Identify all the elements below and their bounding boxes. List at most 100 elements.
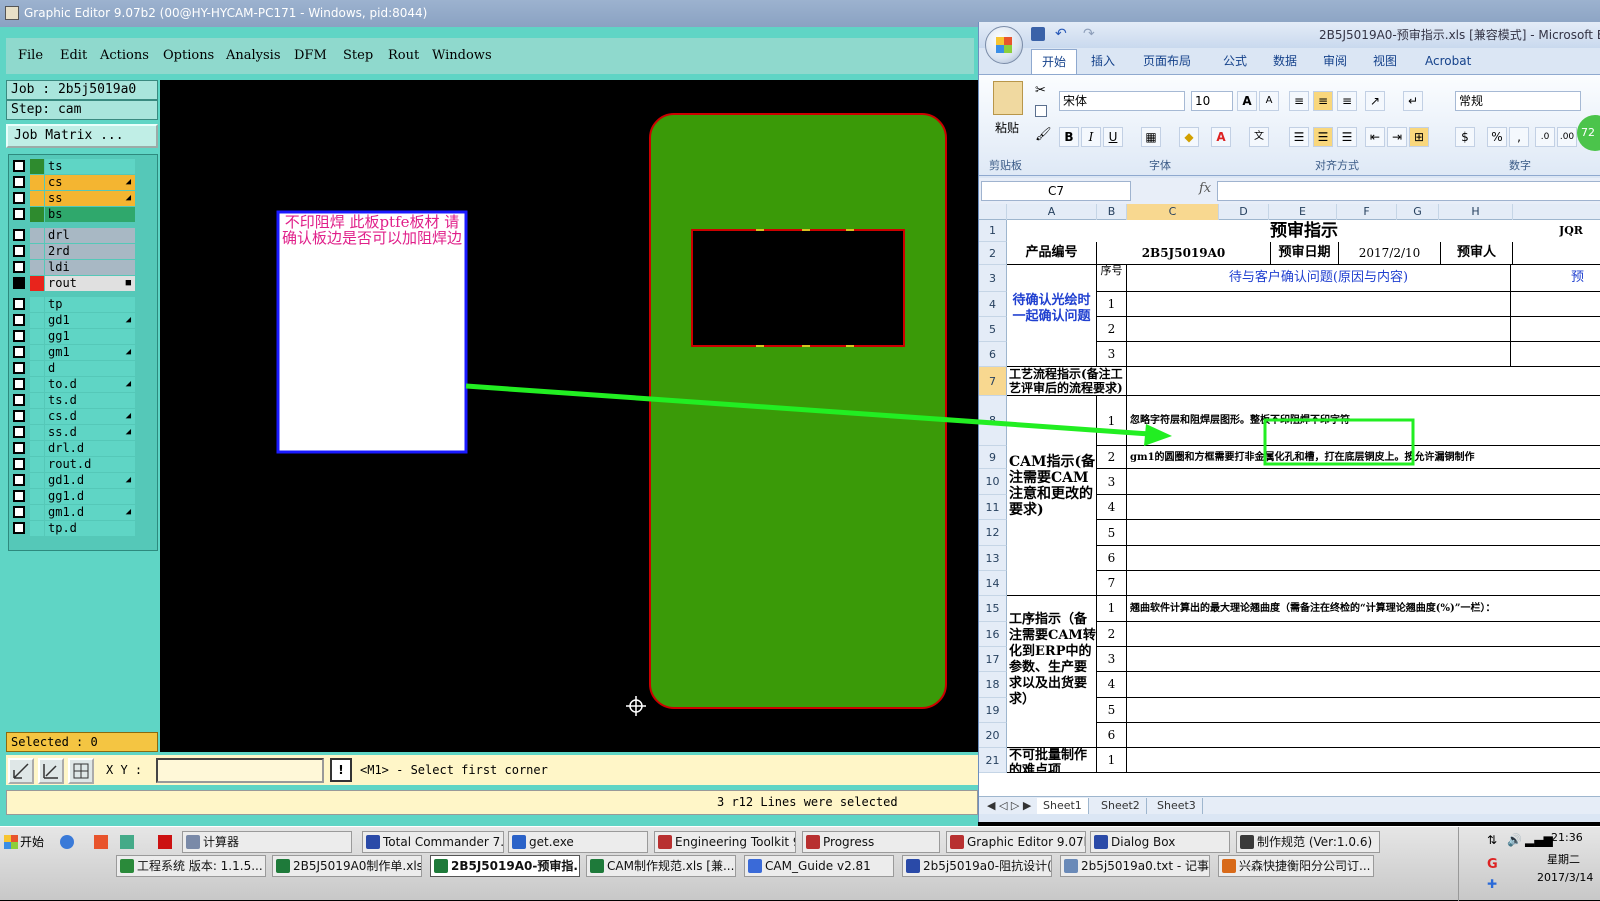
row-header[interactable]: 7 [979,367,1007,396]
sheet-cell[interactable]: 待与客户确认问题(原因与内容) [1127,265,1511,292]
sheet-cell[interactable] [1127,672,1600,698]
layer-checkbox[interactable] [13,522,25,534]
currency-icon[interactable]: $ [1455,127,1475,147]
layer-row[interactable]: tp.d [13,521,135,536]
column-header[interactable]: E [1269,204,1337,220]
row-header[interactable]: 3 [979,265,1007,292]
tab-data[interactable]: 数据 [1273,52,1297,70]
format-painter-icon[interactable]: 🖌 [1035,127,1052,142]
align-left-icon[interactable]: ☰ [1289,127,1309,147]
layer-checkbox[interactable] [13,192,25,204]
layer-checkbox[interactable] [13,458,25,470]
taskbar-button[interactable]: 制作规范 (Ver:1.0.6) [1236,831,1380,853]
layer-checkbox[interactable] [13,442,25,454]
layer-row[interactable]: ts.d [13,393,135,408]
clock-time[interactable]: 21:36 [1551,831,1583,844]
column-header[interactable]: H [1439,204,1513,220]
taskbar-button[interactable]: 2B5J5019A0-预审指... [430,855,580,877]
layer-row[interactable]: tp [13,297,135,312]
layer-name[interactable]: ldi [45,260,135,275]
layer-name[interactable]: gg1.d [45,489,135,504]
tab-insert[interactable]: 插入 [1091,52,1115,70]
row-header[interactable]: 4 [979,292,1007,317]
layer-checkbox[interactable] [13,245,25,257]
badge[interactable]: 72 [1577,115,1600,151]
decrease-decimal-icon[interactable]: .00 [1557,127,1577,147]
tab-review[interactable]: 审阅 [1323,52,1347,70]
layer-name[interactable]: gm1.d ◢ [45,505,135,520]
layer-checkbox[interactable] [13,298,25,310]
volume-icon[interactable]: 🔊 [1507,833,1522,847]
sheet-cell[interactable]: 3 [1097,342,1127,367]
sheet-cell[interactable] [1127,571,1600,596]
layer-name[interactable]: d [45,361,135,376]
layer-row[interactable]: gm1.d ◢ [13,505,135,520]
signal-icon[interactable]: ▂▄▆ [1525,833,1553,847]
layer-color-swatch[interactable] [30,191,44,206]
font-size-select[interactable]: 10 [1191,91,1233,111]
layer-checkbox[interactable] [13,378,25,390]
layer-checkbox[interactable] [13,426,25,438]
fx-icon[interactable]: fx [1199,181,1211,196]
pending-label[interactable]: 待确认光绘时一起确认问题 [1007,265,1097,367]
comma-icon[interactable]: , [1509,127,1529,147]
row-header[interactable]: 15 [979,596,1007,622]
job-matrix-button[interactable]: Job Matrix ... [6,124,158,148]
layer-row[interactable]: rout ■ [13,276,135,291]
layer-color-swatch[interactable] [30,425,44,440]
layer-color-swatch[interactable] [30,393,44,408]
layer-row[interactable]: drl [13,228,135,243]
layer-color-swatch[interactable] [30,175,44,190]
quicklaunch-icon[interactable] [60,835,74,849]
quicklaunch-icon[interactable] [94,835,108,849]
graphic-canvas[interactable]: 不印阻焊 此板ptfe板材 请确认板边是否可以加阻焊边 [160,80,978,752]
layer-row[interactable]: rout.d [13,457,135,472]
sheet-cell[interactable]: 忽略字符层和阻焊层图形。整板不印阻焊不印字符 [1127,396,1600,446]
process-label[interactable]: 工序指示（备注需要CAM转化到ERP中的参数、生产要求以及出货要求） [1007,596,1097,748]
menu-rout[interactable]: Rout [388,38,419,74]
cam-label[interactable]: CAM指示(备注需要CAM注意和更改的要求) [1007,396,1097,596]
sheet-nav-icon[interactable]: ◀ ◁ ▷ ▶ [981,798,1037,814]
grid-icon[interactable] [68,758,94,784]
layer-row[interactable]: gg1 [13,329,135,344]
sheet-cell[interactable] [1127,495,1600,520]
quicklaunch-icon[interactable] [120,835,134,849]
layer-checkbox[interactable] [13,160,25,172]
layer-row[interactable]: gm1 ◢ [13,345,135,360]
copy-icon[interactable] [1035,105,1047,117]
layer-checkbox[interactable] [13,330,25,342]
layer-row[interactable]: 2rd [13,244,135,259]
tab-page-layout[interactable]: 页面布局 [1143,52,1191,70]
sheet-cell[interactable]: 翘曲软件计算出的最大理论翘曲度（需备注在终检的“计算理论翘曲度(%)”一栏）： [1127,596,1600,622]
row-header[interactable]: 10 [979,469,1007,495]
increase-indent-icon[interactable]: ⇥ [1387,127,1407,147]
layer-row[interactable]: to.d ◢ [13,377,135,392]
sheet-cell[interactable] [1127,292,1511,317]
sheet-cell[interactable]: 2 [1097,622,1127,647]
sheet-cell[interactable]: 3 [1097,647,1127,672]
layer-row[interactable]: ss ◢ [13,191,135,206]
font-color-icon[interactable]: A [1211,127,1231,147]
borders-icon[interactable]: ▦ [1141,127,1161,147]
layer-color-swatch[interactable] [30,441,44,456]
layer-color-swatch[interactable] [30,244,44,259]
layer-color-swatch[interactable] [30,159,44,174]
sheet-cell[interactable]: 3 [1097,469,1127,495]
layer-row[interactable]: drl.d [13,441,135,456]
layer-row[interactable]: gg1.d [13,489,135,504]
alert-icon[interactable]: ! [330,758,352,782]
sheet-cell[interactable]: 2 [1097,317,1127,342]
column-header[interactable] [1513,204,1600,220]
layer-name[interactable]: bs [45,207,135,222]
row-header[interactable]: 18 [979,672,1007,698]
grow-font-icon[interactable]: A [1237,91,1257,111]
layer-name[interactable]: cs.d ◢ [45,409,135,424]
sheet-cell[interactable]: 预审人 [1441,242,1513,265]
layer-name[interactable]: rout.d [45,457,135,472]
sheet-cell[interactable]: 6 [1097,546,1127,571]
layer-checkbox[interactable] [13,490,25,502]
tray-app-icon[interactable]: ✚ [1487,877,1497,891]
taskbar-button[interactable]: Engineering Toolkit 9.... [654,831,796,853]
sheet-cell[interactable] [1127,342,1511,367]
sheet-cell[interactable]: 1 [1097,748,1127,773]
